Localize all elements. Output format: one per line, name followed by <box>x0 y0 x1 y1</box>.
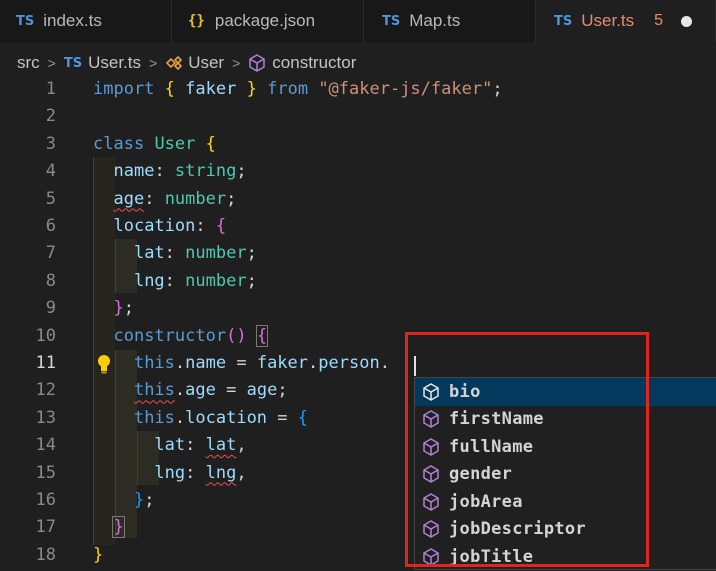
suggestion-label: fullName <box>449 436 534 457</box>
code-line: 7 lat: number; <box>0 240 716 267</box>
problem-count-badge: 5 <box>654 12 664 29</box>
code-line: 1 import { faker } from "@faker-js/faker… <box>0 76 716 103</box>
lightbulb-icon[interactable] <box>96 354 112 374</box>
line-number: 12 <box>35 380 56 401</box>
line-number: 4 <box>45 161 56 182</box>
typescript-file-icon: TS <box>63 55 83 71</box>
suggestion-label: jobTitle <box>449 546 534 567</box>
unsaved-dot-icon[interactable] <box>681 15 693 27</box>
breadcrumb: src > TS User.ts > User > constructor <box>0 48 356 78</box>
code-line: 5 age: number; <box>0 186 716 213</box>
breadcrumb-member[interactable]: constructor <box>272 53 356 73</box>
tab-package-json[interactable]: {} package.json <box>172 0 364 42</box>
line-number: 15 <box>35 462 56 483</box>
tab-user-ts[interactable]: TS User.ts 5 <box>536 0 716 42</box>
tab-map-ts[interactable]: TS Map.ts <box>364 0 536 42</box>
line-number: 3 <box>45 133 56 154</box>
breadcrumb-folder[interactable]: src <box>17 53 40 73</box>
typescript-file-icon: TS <box>16 13 35 29</box>
line-number: 18 <box>35 544 56 565</box>
code-line: 10 constructor() { <box>0 323 716 350</box>
method-cube-icon <box>423 410 439 429</box>
line-number: 8 <box>45 270 56 291</box>
typescript-file-icon: TS <box>382 13 401 29</box>
code-line: 4 name: string; <box>0 158 716 185</box>
tab-label: User.ts <box>581 11 635 30</box>
line-number: 16 <box>35 490 56 510</box>
line-number: 14 <box>35 435 56 456</box>
line-number: 11 <box>35 353 56 373</box>
code-line: 2 <box>0 103 716 130</box>
suggestion-item[interactable]: jobTitle <box>415 543 716 571</box>
chevron-right-icon: > <box>232 55 241 71</box>
tab-label: index.ts <box>43 11 102 30</box>
suggestion-item[interactable]: jobArea <box>415 488 716 516</box>
line-number: 9 <box>45 298 56 319</box>
suggestion-item[interactable]: fullName <box>415 433 716 461</box>
method-cube-icon <box>423 492 439 511</box>
code-line: 9 }; <box>0 295 716 322</box>
line-number: 2 <box>45 106 56 127</box>
method-cube-icon <box>249 54 266 72</box>
line-number: 6 <box>45 216 56 236</box>
suggestion-item[interactable]: gender <box>415 461 716 489</box>
suggestion-label: jobDescriptor <box>449 519 586 540</box>
line-number: 5 <box>45 188 56 209</box>
method-cube-icon <box>423 547 439 566</box>
breadcrumb-file[interactable]: User.ts <box>88 53 141 73</box>
suggestion-label: firstName <box>449 409 544 430</box>
tab-index-ts[interactable]: TS index.ts <box>0 0 172 42</box>
typescript-file-icon: TS <box>554 13 573 29</box>
code-line: 6 location: { <box>0 213 716 240</box>
suggestion-label: jobArea <box>449 491 523 512</box>
line-number: 1 <box>45 79 56 99</box>
line-number: 17 <box>35 517 56 538</box>
suggestion-label: bio <box>449 381 481 402</box>
property-cube-icon <box>423 382 439 401</box>
text-cursor <box>414 356 416 376</box>
line-number: 13 <box>35 407 56 428</box>
suggestion-label: gender <box>449 464 513 485</box>
method-cube-icon <box>423 437 439 456</box>
line-number: 10 <box>35 325 56 346</box>
chevron-right-icon: > <box>149 55 158 71</box>
autocomplete-suggestion-list[interactable]: bio firstName fullName gender jobArea jo… <box>414 377 716 570</box>
json-file-icon: {} <box>188 13 205 29</box>
tab-label: Map.ts <box>409 11 461 30</box>
code-line: 8 lng: number; <box>0 268 716 295</box>
class-symbol-icon <box>166 55 183 71</box>
code-line: 3 class User { <box>0 131 716 158</box>
editor-tab-bar: TS index.ts {} package.json TS Map.ts TS… <box>0 0 716 42</box>
suggestion-item[interactable]: bio <box>415 378 716 406</box>
chevron-right-icon: > <box>47 55 56 71</box>
method-cube-icon <box>423 520 439 539</box>
line-number: 7 <box>45 243 56 264</box>
suggestion-item[interactable]: firstName <box>415 406 716 434</box>
breadcrumb-class[interactable]: User <box>188 53 224 73</box>
tab-label: package.json <box>214 11 316 30</box>
suggestion-item[interactable]: jobDescriptor <box>415 516 716 544</box>
method-cube-icon <box>423 465 439 484</box>
